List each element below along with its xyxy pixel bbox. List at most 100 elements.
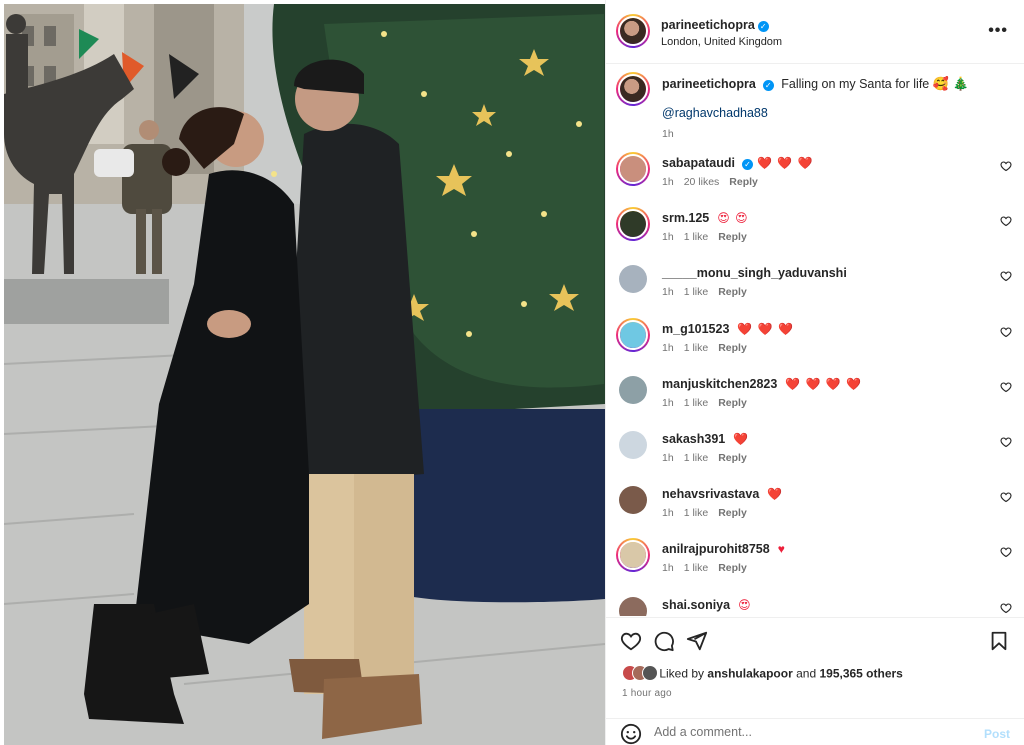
comment-text: ❤️ <box>767 487 784 502</box>
commenter-avatar[interactable] <box>619 431 647 459</box>
comment-text: ❤️ ❤️ ❤️ <box>756 156 814 170</box>
comment-username[interactable]: nehavsrivastava <box>662 487 759 501</box>
commenter-avatar[interactable] <box>619 375 647 404</box>
likes-count[interactable]: 195,365 others <box>819 667 902 681</box>
comment-row: sabapataudi ✓ ❤️ ❤️ ❤️ 1h 20 likes Reply <box>606 152 1024 208</box>
comment-like-heart-icon[interactable] <box>1000 381 1012 393</box>
comment-likes[interactable]: 1 like <box>684 231 709 243</box>
verified-badge-icon: ✓ <box>762 80 774 91</box>
comment-row: shai.soniya 😍 <box>606 594 1024 616</box>
comment-like-heart-icon[interactable] <box>1000 546 1012 558</box>
caption-username[interactable]: parineetichopra <box>662 77 756 91</box>
comment-text: ❤️ <box>733 432 750 446</box>
comment-text: 😍 😍 <box>717 211 749 226</box>
post-comment-button[interactable]: Post <box>984 727 1010 741</box>
comment-username[interactable]: _____monu_singh_yaduvanshi <box>662 266 847 280</box>
comment-like-heart-icon[interactable] <box>1000 160 1012 172</box>
comment-time[interactable]: 1h <box>662 507 674 519</box>
post-actions: Liked by anshulakapoor and 195,365 other… <box>606 617 1024 745</box>
comment-username[interactable]: srm.125 <box>662 211 709 225</box>
comment-reply[interactable]: Reply <box>718 397 747 409</box>
comment-row: nehavsrivastava ❤️ 1h 1 like Reply <box>606 483 1024 539</box>
verified-badge-icon: ✓ <box>741 159 753 170</box>
post-details-panel: parineetichopra ✓ London, United Kingdom … <box>605 0 1024 745</box>
comment-username[interactable]: sakash391 <box>662 432 725 446</box>
comment-time[interactable]: 1h <box>662 562 674 574</box>
caption-text: Falling on my Santa for life <box>781 77 930 91</box>
comment-likes[interactable]: 1 like <box>684 562 709 574</box>
author-info: parineetichopra ✓ London, United Kingdom <box>661 16 782 48</box>
comment-row: srm.125 😍 😍 1h 1 like Reply <box>606 207 1024 263</box>
likes-prefix: Liked by <box>659 666 705 681</box>
post-photo[interactable] <box>4 4 605 745</box>
commenter-avatar[interactable] <box>616 152 650 186</box>
comment-time[interactable]: 1h <box>662 397 674 409</box>
heart-icon[interactable] <box>620 630 642 652</box>
comment-time[interactable]: 1h <box>662 176 674 188</box>
comment-reply[interactable]: Reply <box>718 231 747 243</box>
comment-row: sakash391 ❤️ 1h 1 like Reply <box>606 428 1024 484</box>
comment-reply[interactable]: Reply <box>718 452 747 464</box>
comment-row: _____monu_singh_yaduvanshi 1h 1 like Reply <box>606 262 1024 318</box>
comment-time[interactable]: 1h <box>662 231 674 243</box>
comment-like-heart-icon[interactable] <box>1000 602 1012 614</box>
caption-mention[interactable]: @raghavchadha88 <box>662 106 768 120</box>
smiley-icon[interactable] <box>620 723 642 745</box>
commenter-avatar[interactable] <box>619 596 647 616</box>
comment-username[interactable]: shai.soniya <box>662 598 730 612</box>
caption-emoji: 🥰 🎄 <box>932 76 969 91</box>
comment-text: ❤️ ❤️ ❤️ ❤️ <box>785 376 863 391</box>
comment-row: manjuskitchen2823 ❤️ ❤️ ❤️ ❤️ 1h 1 like Repl… <box>606 373 1024 429</box>
comment-like-heart-icon[interactable] <box>1000 215 1012 227</box>
caption-time[interactable]: 1h <box>662 128 674 140</box>
likes-user[interactable]: anshulakapoor <box>707 667 792 681</box>
caption-author-avatar[interactable] <box>616 72 650 106</box>
comment-time[interactable]: 1h <box>662 286 674 298</box>
post-header: parineetichopra ✓ London, United Kingdom … <box>606 0 1024 64</box>
comment-likes[interactable]: 1 like <box>684 397 709 409</box>
comment-username[interactable]: sabapataudi <box>662 156 735 170</box>
comment-row: anilrajpurohit8758 ♥ 1h 1 like Reply <box>606 538 1024 594</box>
comment-username[interactable]: m_g101523 <box>662 322 729 336</box>
add-comment-bar: Post <box>606 718 1024 745</box>
more-options-icon[interactable]: ••• <box>988 22 1008 40</box>
author-avatar[interactable] <box>616 14 650 48</box>
comment-username[interactable]: manjuskitchen2823 <box>662 377 777 391</box>
comment-likes[interactable]: 1 like <box>684 452 709 464</box>
commenter-avatar[interactable] <box>619 265 647 294</box>
comment-like-heart-icon[interactable] <box>1000 436 1012 448</box>
photo-illustration <box>4 4 605 745</box>
comment-input[interactable] <box>654 725 954 739</box>
commenter-avatar[interactable] <box>616 538 650 573</box>
comments-list[interactable]: parineetichopra ✓ Falling on my Santa for… <box>606 64 1024 616</box>
comment-username[interactable]: anilrajpurohit8758 <box>662 542 770 556</box>
comment-text: ❤️ ❤️ ❤️ <box>737 321 794 336</box>
commenter-avatar[interactable] <box>619 486 647 515</box>
post-time-ago[interactable]: 1 hour ago <box>622 688 672 699</box>
comment-row: m_g101523 ❤️ ❤️ ❤️ 1h 1 like Reply <box>606 317 1024 374</box>
comment-bubble-icon[interactable] <box>653 630 675 652</box>
paper-plane-icon[interactable] <box>686 630 708 652</box>
comment-likes[interactable]: 1 like <box>684 286 709 298</box>
commenter-avatar[interactable] <box>616 207 650 242</box>
comment-reply[interactable]: Reply <box>729 176 758 188</box>
comment-reply[interactable]: Reply <box>718 507 747 519</box>
comment-time[interactable]: 1h <box>662 342 674 354</box>
comment-likes[interactable]: 20 likes <box>684 176 720 188</box>
comment-likes[interactable]: 1 like <box>684 507 709 519</box>
comment-time[interactable]: 1h <box>662 452 674 464</box>
likes-conjunction: and <box>796 666 817 681</box>
verified-badge-icon: ✓ <box>757 21 769 32</box>
bookmark-icon[interactable] <box>988 630 1010 652</box>
author-username[interactable]: parineetichopra <box>661 18 755 32</box>
comment-reply[interactable]: Reply <box>718 562 747 574</box>
comment-like-heart-icon[interactable] <box>1000 326 1012 338</box>
commenter-avatar[interactable] <box>616 317 650 352</box>
comment-likes[interactable]: 1 like <box>684 342 709 354</box>
caption-row: parineetichopra ✓ Falling on my Santa for… <box>606 72 1024 152</box>
comment-like-heart-icon[interactable] <box>1000 270 1012 282</box>
comment-like-heart-icon[interactable] <box>1000 491 1012 503</box>
comment-reply[interactable]: Reply <box>718 286 747 298</box>
post-location[interactable]: London, United Kingdom <box>661 36 782 48</box>
comment-reply[interactable]: Reply <box>718 342 747 354</box>
